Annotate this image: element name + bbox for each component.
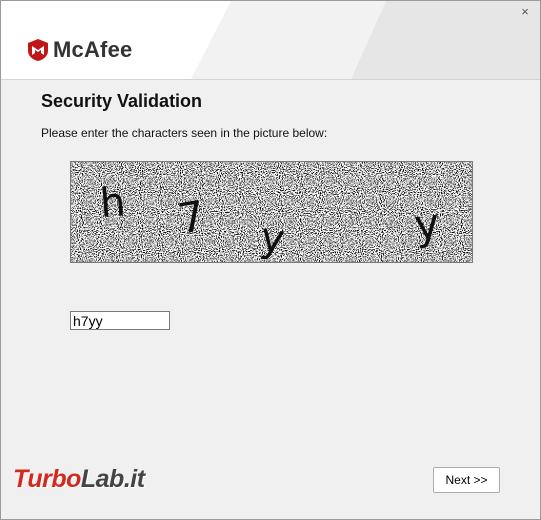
captcha-input[interactable]	[70, 311, 170, 330]
brand-name: McAfee	[53, 37, 133, 62]
watermark-part2: Lab.it	[80, 465, 145, 493]
captcha-character: h	[98, 179, 127, 227]
captcha-image: h7yy	[70, 161, 473, 263]
security-validation-window: × McAfee Security Validation Please ente…	[0, 0, 541, 520]
mcafee-shield-icon	[28, 39, 48, 61]
page-title: Security Validation	[41, 91, 203, 111]
header-banner: × McAfee	[1, 1, 540, 80]
close-icon[interactable]: ×	[516, 3, 534, 21]
mcafee-logo: McAfee	[27, 37, 132, 63]
watermark-part1: Turbo	[13, 465, 81, 493]
captcha-character: y	[412, 199, 442, 250]
turbolab-watermark: TurboLab.it	[13, 465, 145, 494]
instruction-text: Please enter the characters seen in the …	[41, 126, 328, 140]
next-button[interactable]: Next >>	[433, 467, 500, 493]
